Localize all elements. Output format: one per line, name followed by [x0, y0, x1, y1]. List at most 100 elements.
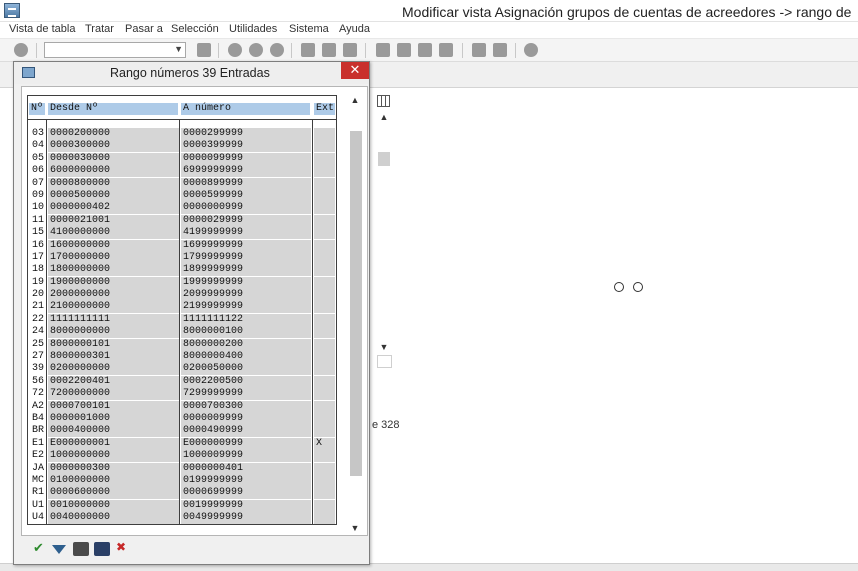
filter-icon[interactable] [52, 545, 66, 554]
shortcut-icon[interactable] [493, 43, 507, 57]
cell-to[interactable]: 1899999999 [181, 264, 311, 277]
cell-to[interactable]: 0002200500 [181, 375, 311, 388]
new-session-icon[interactable] [472, 43, 486, 57]
cell-to[interactable]: 0000699999 [181, 487, 311, 500]
table-row[interactable]: 25 8000000101 8000000200 [28, 338, 336, 351]
cell-from[interactable]: 0000500000 [48, 189, 179, 202]
cell-ext[interactable] [314, 412, 335, 425]
cell-to[interactable]: 8000000100 [181, 326, 311, 339]
cell-from[interactable]: 2000000000 [48, 289, 179, 302]
table-row[interactable]: 72 7200000000 7299999999 [28, 388, 336, 401]
chevron-up-icon[interactable]: ▲ [377, 112, 391, 124]
cell-to[interactable]: 0000599999 [181, 189, 311, 202]
column-header-number[interactable]: Nº [29, 103, 45, 115]
dialog-scrollbar[interactable]: ▲ ▼ [347, 95, 363, 535]
cell-ext[interactable] [314, 227, 335, 240]
cell-to[interactable]: 1999999999 [181, 276, 311, 289]
table-row[interactable]: MC 0100000000 0199999999 [28, 474, 336, 487]
cancel-icon[interactable] [114, 540, 130, 556]
chevron-down-icon[interactable]: ▼ [347, 523, 363, 537]
cell-to[interactable]: 0000899999 [181, 177, 311, 190]
cell-to[interactable]: 4199999999 [181, 227, 311, 240]
check-icon[interactable] [31, 540, 47, 556]
cell-to[interactable]: 8000000200 [181, 338, 311, 351]
cell-ext[interactable] [314, 326, 335, 339]
cell-from[interactable]: 1111111111 [48, 313, 179, 326]
cell-to[interactable]: 0000009999 [181, 412, 311, 425]
cell-to[interactable]: 0000000999 [181, 202, 311, 215]
cell-to[interactable]: 1111111122 [181, 313, 311, 326]
cell-to[interactable]: 0000399999 [181, 140, 311, 153]
cell-ext[interactable] [314, 177, 335, 190]
table-row[interactable]: 27 8000000301 8000000400 [28, 351, 336, 364]
cell-from[interactable]: 0000000300 [48, 462, 179, 475]
cell-ext[interactable] [314, 189, 335, 202]
cell-from[interactable]: 8000000000 [48, 326, 179, 339]
cell-ext[interactable] [314, 301, 335, 314]
table-row[interactable]: 03 0000200000 0000299999 [28, 128, 336, 140]
cell-from[interactable]: 0000001000 [48, 412, 179, 425]
cell-to[interactable]: 0000490999 [181, 425, 311, 438]
cell-from[interactable]: 0000000402 [48, 202, 179, 215]
menu-pasar-a[interactable]: Pasar a [125, 23, 163, 35]
cell-to[interactable]: 0000029999 [181, 214, 311, 227]
table-settings-icon[interactable] [377, 95, 390, 107]
cell-to[interactable]: 6999999999 [181, 165, 311, 178]
cell-from[interactable]: 0000700101 [48, 400, 179, 413]
cell-ext[interactable] [314, 388, 335, 401]
cell-ext[interactable] [314, 289, 335, 302]
table-row[interactable]: E2 1000000000 1000009999 [28, 450, 336, 463]
cell-ext[interactable] [314, 351, 335, 364]
table-row[interactable]: U4 0040000000 0049999999 [28, 512, 336, 524]
table-row[interactable]: 15 4100000000 4199999999 [28, 227, 336, 240]
table-row[interactable]: JA 0000000300 0000000401 [28, 462, 336, 475]
scrollbar-thumb[interactable] [378, 152, 390, 166]
cell-ext[interactable] [314, 363, 335, 376]
cell-ext[interactable] [314, 462, 335, 475]
print-icon[interactable] [73, 542, 89, 556]
cell-to[interactable]: 0200050000 [181, 363, 311, 376]
cell-ext[interactable] [314, 214, 335, 227]
cell-from[interactable]: 0200000000 [48, 363, 179, 376]
table-row[interactable]: 11 0000021001 0000029999 [28, 214, 336, 227]
table-row[interactable]: 05 0000030000 0000099999 [28, 152, 336, 165]
cell-from[interactable]: 0000030000 [48, 152, 179, 165]
cell-from[interactable]: 1700000000 [48, 251, 179, 264]
table-row[interactable]: 17 1700000000 1799999999 [28, 251, 336, 264]
cell-to[interactable]: 2199999999 [181, 301, 311, 314]
dialog-titlebar[interactable]: Rango números 39 Entradas ✕ [14, 62, 369, 84]
chevron-up-icon[interactable]: ▲ [347, 95, 363, 109]
column-header-from[interactable]: Desde Nº [48, 103, 178, 115]
table-row[interactable]: 39 0200000000 0200050000 [28, 363, 336, 376]
chevron-down-icon[interactable]: ▼ [377, 342, 391, 354]
table-row[interactable]: E1 E000000001 E000000999 X [28, 437, 336, 450]
enter-icon[interactable] [14, 43, 28, 57]
cell-to[interactable]: 0000299999 [181, 128, 311, 140]
cell-ext[interactable] [314, 375, 335, 388]
cancel-nav-icon[interactable] [270, 43, 284, 57]
cell-from[interactable]: 6000000000 [48, 165, 179, 178]
cell-ext[interactable] [314, 425, 335, 438]
column-header-ext[interactable]: Ext [314, 103, 335, 115]
cell-from[interactable]: 0002200401 [48, 375, 179, 388]
table-row[interactable]: 20 2000000000 2099999999 [28, 289, 336, 302]
back-icon[interactable] [228, 43, 242, 57]
cell-ext[interactable] [314, 140, 335, 153]
cell-ext[interactable] [314, 251, 335, 264]
menu-ayuda[interactable]: Ayuda [339, 23, 370, 35]
cell-from[interactable]: 0040000000 [48, 512, 179, 524]
cell-to[interactable]: 1799999999 [181, 251, 311, 264]
close-button[interactable]: ✕ [341, 62, 369, 79]
cell-to[interactable]: E000000999 [181, 437, 311, 450]
cell-to[interactable]: 2099999999 [181, 289, 311, 302]
scrollbar-thumb[interactable] [350, 131, 362, 476]
cell-ext[interactable] [314, 313, 335, 326]
table-row[interactable]: 22 1111111111 1111111122 [28, 313, 336, 326]
table-row[interactable]: B4 0000001000 0000009999 [28, 412, 336, 425]
cell-ext[interactable] [314, 165, 335, 178]
table-row[interactable]: 24 8000000000 8000000100 [28, 326, 336, 339]
cell-from[interactable]: 0000200000 [48, 128, 179, 140]
cell-from[interactable]: 8000000101 [48, 338, 179, 351]
table-row[interactable]: 10 0000000402 0000000999 [28, 202, 336, 215]
cell-ext[interactable] [314, 512, 335, 524]
